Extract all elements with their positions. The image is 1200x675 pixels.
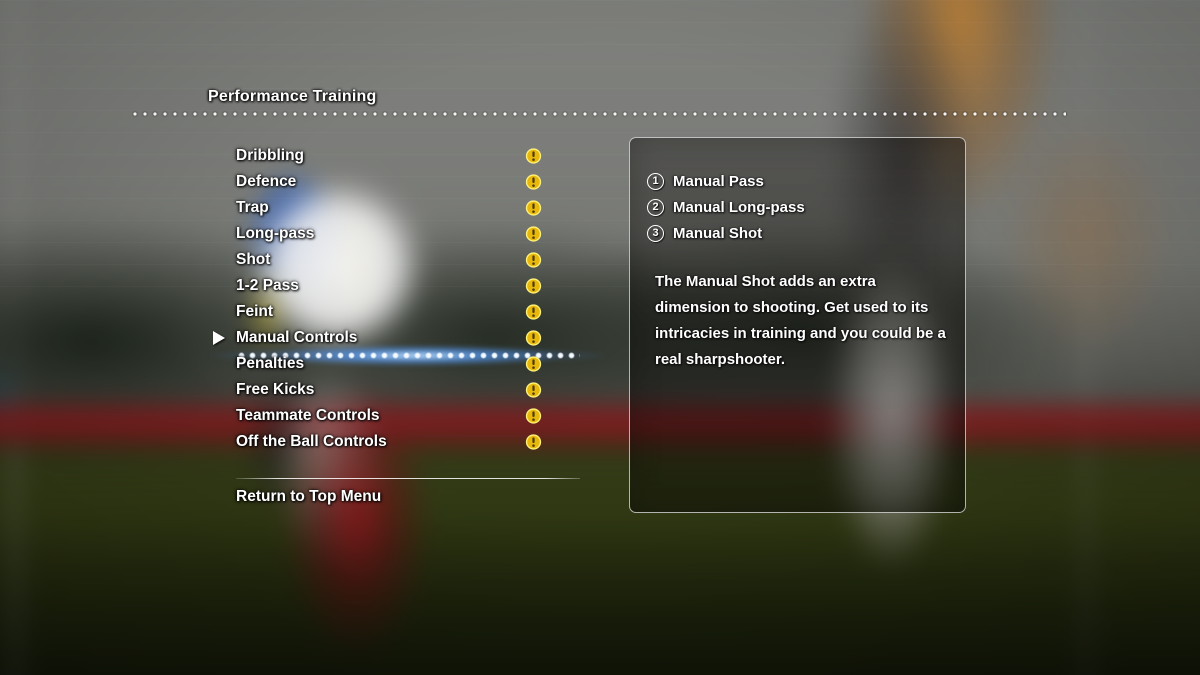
menu-item-dribbling[interactable]: Dribbling [0,143,600,169]
warning-icon [525,304,542,321]
menu-item-defence[interactable]: Defence [0,169,600,195]
warning-icon [525,408,542,425]
info-panel-item-label: Manual Pass [673,172,764,190]
menu-item-label: Off the Ball Controls [236,433,387,450]
menu-item-free-kicks[interactable]: Free Kicks [0,377,600,403]
menu-item-label: Feint [236,303,274,320]
menu-item-label: Dribbling [236,147,305,164]
page-title: Performance Training [208,88,377,105]
warning-icon [525,174,542,191]
warning-icon [525,434,542,451]
info-panel-item: 3 Manual Shot [647,220,947,246]
menu-item-trap[interactable]: Trap [0,195,600,221]
warning-icon [525,278,542,295]
menu-item-label: Long-pass [236,225,315,242]
warning-icon [525,252,542,269]
menu-item-manual-controls[interactable]: Manual Controls [0,325,606,368]
menu-item-label: Shot [236,251,271,268]
info-panel-item: 2 Manual Long-pass [647,194,947,220]
menu-item-label: Defence [236,173,297,190]
info-panel-item-list: 1 Manual Pass 2 Manual Long-pass 3 Manual Sho… [647,168,947,246]
menu-item-teammate-controls[interactable]: Teammate Controls [0,403,600,429]
warning-icon [525,382,542,399]
menu-item-penalties[interactable]: Penalties [0,351,600,377]
menu-item-label: Free Kicks [236,381,315,398]
triangle-right-icon [213,331,225,345]
info-panel-description: The Manual Shot adds an extra dimension … [655,273,946,368]
menu-item-long-pass[interactable]: Long-pass [0,221,600,247]
return-to-top-menu-label: Return to Top Menu [236,488,382,505]
warning-icon [525,226,542,243]
menu-item-return-to-top-menu[interactable]: Return to Top Menu [236,485,381,509]
menu-item-label: Manual Controls [236,329,358,346]
menu-item-off-the-ball-controls[interactable]: Off the Ball Controls [0,429,600,455]
menu-item-label: 1-2 Pass [236,277,299,294]
menu-divider [236,478,580,479]
menu-item-label: Teammate Controls [236,407,380,424]
info-panel-item-label: Manual Long-pass [673,198,805,216]
menu-item-shot[interactable]: Shot [0,247,600,273]
info-panel: 1 Manual Pass 2 Manual Long-pass 3 Manual Sho… [629,137,966,513]
game-menu-screen: Performance Training Dribbling Defence Tra… [0,0,1200,675]
circled-number-icon: 3 [647,224,664,242]
circled-number-icon: 2 [647,198,664,216]
menu-item-label: Trap [236,199,269,216]
circled-number-icon: 1 [647,172,664,190]
warning-icon [525,200,542,217]
warning-icon [525,356,542,373]
menu-item-label: Penalties [236,355,305,372]
info-panel-item: 1 Manual Pass [647,168,947,194]
title-dotted-separator [130,112,1066,116]
warning-icon [525,330,542,347]
warning-icon [525,148,542,165]
training-menu-list: Dribbling Defence Trap Long-pass Shot 1-2 Pas… [0,143,606,455]
menu-item-1-2-pass[interactable]: 1-2 Pass [0,273,600,299]
menu-item-feint[interactable]: Feint [0,299,600,325]
info-panel-item-label: Manual Shot [673,224,763,242]
